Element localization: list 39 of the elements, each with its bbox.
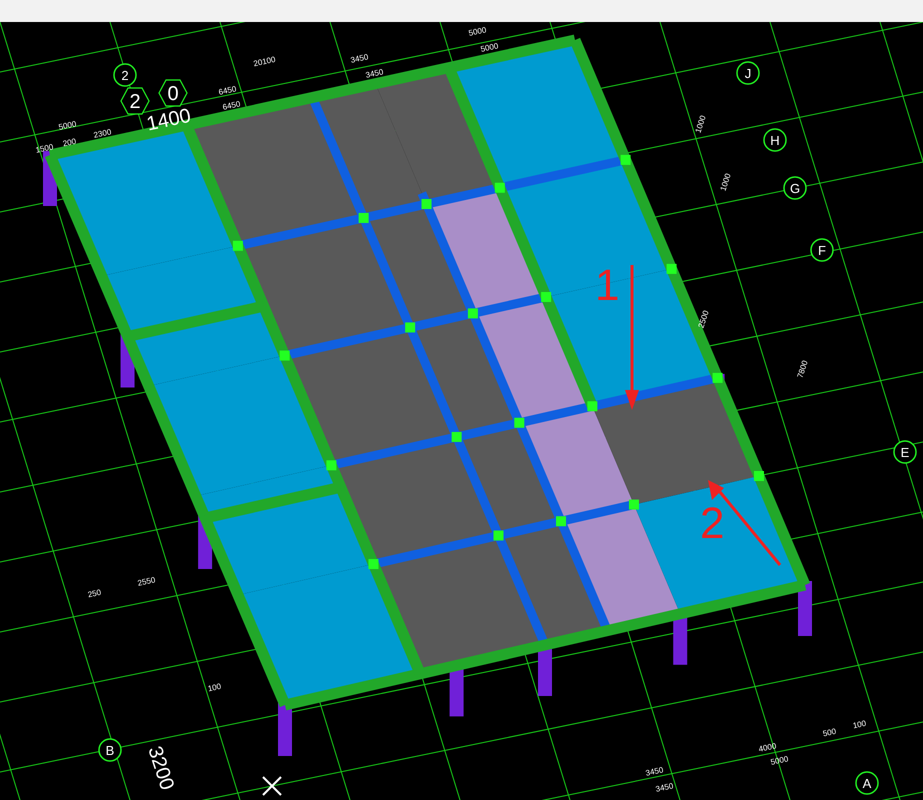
dimension-text: 1500 [34,142,54,155]
cad-viewport[interactable]: 2 2 0 J H G F E B A 1400 3200 20100 5000 5000 3450 3450 6450 6450 5000 2300 1500 200 2550 250 100 3450 3450 4000 5000 500 100 7800 2500 1000 1000 1 2 [0,22,923,800]
dimension-text: 20100 [252,54,276,68]
dimension-text: 5000 [468,25,488,38]
dimension-text: 3450 [364,67,384,80]
dimension-text: 5000 [58,119,78,132]
dimension-text: 250 [87,588,102,600]
dimension-text: 4000 [758,741,778,754]
dimension-text: 3450 [654,781,674,794]
axis-label: B [106,743,114,758]
axis-label: H [770,133,780,148]
dimension-text: 1000 [718,172,733,192]
axis-label: A [862,776,872,791]
dimension-label: 1400 [144,104,193,136]
dimension-text: 100 [207,682,222,694]
axis-label: J [744,66,752,81]
axis-label: F [818,243,826,258]
dimension-text: 100 [852,718,867,730]
dimension-text: 6450 [222,99,242,112]
dimension-text: 2550 [136,575,156,588]
dimension-text: 1000 [694,114,708,134]
dimension-text: 3450 [644,765,664,778]
dimension-text: 2300 [92,127,112,140]
axis-label: E [900,445,910,460]
axis-label: 2 [129,91,141,113]
markup-number: 2 [700,499,724,548]
dimension-text: 5000 [480,41,500,54]
axis-label: 0 [167,83,179,105]
axis-label: 2 [121,68,129,83]
dimension-text: 500 [822,726,837,738]
dimension-text: 6450 [218,84,238,97]
dimension-text: 3450 [350,52,370,65]
dimension-text: 7800 [796,359,810,380]
dimension-text: 200 [62,136,77,148]
dimension-label: 3200 [143,744,178,793]
dimension-text: 5000 [770,754,790,767]
axis-label: G [790,181,800,196]
markup-number: 1 [595,261,620,310]
dimension-text: 2500 [696,309,711,330]
